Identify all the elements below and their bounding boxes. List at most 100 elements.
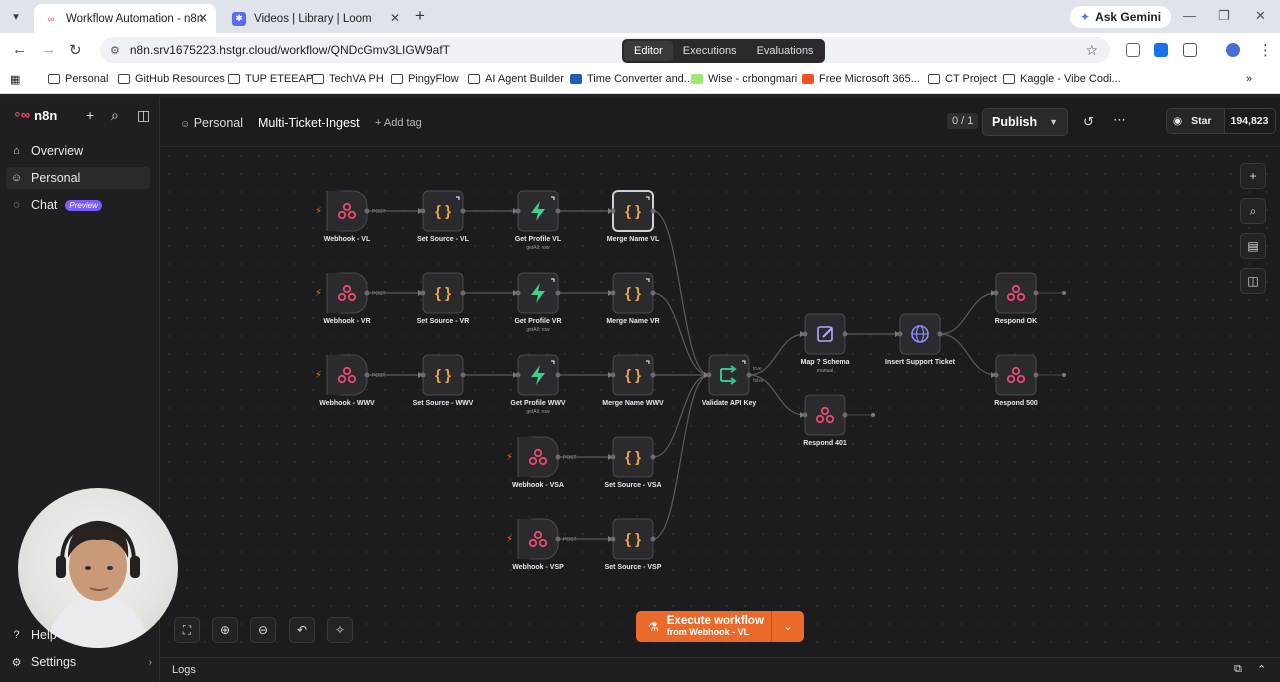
screenshot-icon[interactable] [1126,43,1140,57]
zoom-out-icon[interactable]: ⊖ [250,617,276,643]
add-icon[interactable]: + [86,107,94,123]
n8n-app: ⚬∞ n8n + ⌕ ◫ ⌂ Overview ☺ Personal ◌ Cha… [0,97,1280,682]
logs-panel[interactable]: Logs ⧉ ⌃ [160,657,1280,682]
panel-toggle-icon[interactable]: ◫ [1240,268,1266,294]
bookmark-star-icon[interactable]: ☆ [1085,42,1098,59]
bookmark-item[interactable]: GitHub Resources [118,73,225,85]
bookmark-item[interactable]: AI Agent Builder [468,73,564,85]
reload-icon[interactable]: ↻ [69,41,82,59]
presenter-image [46,520,150,648]
chevron-down-icon[interactable]: ⌄ [772,611,804,642]
restore-icon[interactable]: ❐ [1218,8,1230,24]
close-tab-icon[interactable]: ✕ [390,11,400,25]
publish-label: Publish [992,115,1038,129]
sticky-note-icon[interactable]: ▤ [1240,233,1266,259]
zoom-in-icon[interactable]: ⊕ [212,617,238,643]
gemini-sparkle-icon: ✦ [1080,10,1091,24]
workflow-name[interactable]: Multi-Ticket-Ingest [258,116,360,130]
bookmark-item[interactable]: TechVA PH [312,73,384,85]
browser-tab-loom[interactable]: ✱ Videos | Library | Loom ✕ [222,4,408,33]
address-bar[interactable]: ⚙ n8n.srv1675223.hstgr.cloud/workflow/QN… [100,37,1110,63]
close-window-icon[interactable]: ✕ [1255,8,1266,24]
extension-icon[interactable] [1154,43,1168,57]
home-icon: ⌂ [13,145,20,157]
bookmark-item[interactable]: Free Microsoft 365... [802,73,920,85]
publish-button[interactable]: Publish ▼ [982,108,1068,136]
forward-icon[interactable]: → [41,41,56,58]
user-icon: ☺ [180,119,191,130]
profile-avatar[interactable] [1226,43,1240,57]
search-nodes-icon[interactable]: ⌕ [1240,198,1266,224]
bookmark-item[interactable]: Wise - crbongmari [691,73,797,85]
bookmark-item[interactable]: TUP ETEEAP [228,73,313,85]
close-tab-icon[interactable]: ✕ [198,11,208,25]
sidebar-item-settings[interactable]: ⚙ Settings › [10,655,154,669]
github-star-label: Star [1191,115,1212,127]
more-options-icon[interactable]: ⋯ [1113,112,1126,128]
loom-favicon-icon: ✱ [232,11,246,26]
site-info-icon[interactable]: ⚙ [110,44,120,57]
apps-grid-icon[interactable]: ▦ [10,73,20,86]
add-tag-button[interactable]: + Add tag [375,117,422,129]
bookmark-label: Time Converter and... [587,73,693,85]
browser-menu-icon[interactable]: ⋮ [1258,41,1273,59]
folder-icon [118,74,130,84]
add-node-button[interactable]: + [1240,163,1266,189]
extensions-puzzle-icon[interactable] [1183,43,1197,57]
microsoft-icon [802,74,814,84]
sidebar-item-label: Settings [31,655,77,669]
history-icon[interactable]: ↺ [1083,114,1094,130]
sidebar-item-overview[interactable]: ⌂ Overview [10,144,83,158]
execute-workflow-button[interactable]: ⚗ Execute workflow from Webhook - VL ⌄ [636,611,804,642]
popout-icon[interactable]: ⧉ [1234,663,1242,676]
new-tab-button[interactable]: + [415,6,425,26]
bookmark-item[interactable]: Time Converter and... [570,73,693,85]
more-bookmarks-icon[interactable]: » [1246,73,1252,85]
breadcrumb-project[interactable]: ☺ Personal [180,116,243,130]
back-icon[interactable]: ← [12,41,27,58]
sidebar-item-chat[interactable]: ◌ Chat Preview [10,198,102,212]
bookmark-item[interactable]: Personal [48,73,108,85]
sidebar-item-personal[interactable]: ☺ Personal [6,167,150,189]
bookmark-item[interactable]: CT Project [928,73,997,85]
bookmark-item[interactable]: PingyFlow [391,73,459,85]
tidy-up-icon[interactable]: ✧ [327,617,353,643]
folder-icon [48,74,60,84]
browser-tab-n8n[interactable]: ∞ Workflow Automation - n8n ✕ [34,4,216,33]
preview-badge: Preview [65,199,102,211]
n8n-logo-icon: ⚬∞ [12,107,30,122]
ask-gemini-button[interactable]: ✦ Ask Gemini [1070,6,1172,28]
workflow-header: ☺ Personal Multi-Ticket-Ingest + Add tag… [160,97,1280,147]
n8n-logo[interactable]: ⚬∞ n8n [12,107,57,123]
execute-sub: from Webhook - VL [666,627,750,637]
collapse-sidebar-icon[interactable]: ◫ [137,107,150,124]
undo-icon[interactable]: ↶ [289,617,315,643]
bookmark-label: CT Project [945,73,997,85]
tab-title: Videos | Library | Loom [254,12,372,25]
workflow-canvas[interactable] [160,147,1280,657]
fit-view-icon[interactable]: ⛶ [174,617,200,643]
bookmark-label: Free Microsoft 365... [819,73,920,85]
chevron-right-icon: › [148,656,152,668]
browser-tab-strip: ▾ ∞ Workflow Automation - n8n ✕ ✱ Videos… [0,0,1280,33]
tab-editor[interactable]: Editor [624,41,673,61]
bookmark-label: Kaggle - Vibe Codi... [1020,73,1121,85]
flask-icon: ⚗ [648,619,659,634]
tab-executions[interactable]: Executions [673,41,747,61]
view-tabs: Editor Executions Evaluations [622,39,826,63]
brand-name: n8n [34,107,58,123]
bookmark-item[interactable]: Kaggle - Vibe Codi... [1003,73,1121,85]
github-star-button[interactable]: ◉ Star 194,823 [1166,108,1276,134]
chevron-down-icon[interactable]: ▼ [1049,117,1058,127]
chevron-up-icon[interactable]: ⌃ [1257,663,1266,676]
execute-main[interactable]: ⚗ Execute workflow from Webhook - VL [636,611,772,642]
folder-icon [928,74,940,84]
tab-search-icon[interactable]: ▾ [6,6,26,26]
webcam-overlay [18,488,178,648]
wise-icon [691,74,703,84]
ask-gemini-label: Ask Gemini [1095,10,1162,24]
minimize-icon[interactable]: — [1183,8,1196,23]
tab-evaluations[interactable]: Evaluations [747,41,824,61]
github-star-count: 194,823 [1223,109,1275,133]
search-icon[interactable]: ⌕ [111,107,119,124]
